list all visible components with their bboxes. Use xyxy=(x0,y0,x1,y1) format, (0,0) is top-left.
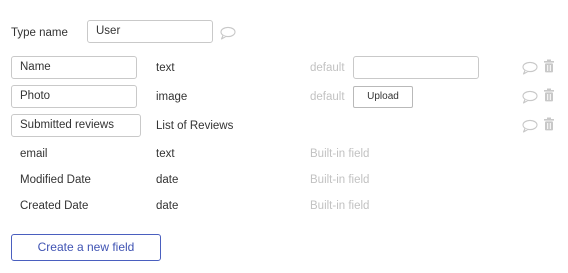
field-name-input[interactable]: Name xyxy=(11,56,137,79)
field-type: text xyxy=(156,148,175,160)
trash-icon[interactable] xyxy=(542,59,556,73)
default-label: default xyxy=(310,62,345,74)
comment-icon[interactable] xyxy=(521,90,539,104)
builtin-field-note: Built-in field xyxy=(310,174,370,186)
field-name-input[interactable]: Photo xyxy=(11,85,137,108)
comment-icon[interactable] xyxy=(521,119,539,133)
field-type: date xyxy=(156,200,179,212)
default-label: default xyxy=(310,91,345,103)
builtin-field-note: Built-in field xyxy=(310,148,370,160)
default-value-input[interactable] xyxy=(353,56,479,79)
upload-button[interactable]: Upload xyxy=(353,86,413,108)
builtin-field-name: email xyxy=(20,148,48,160)
field-type[interactable]: image xyxy=(156,89,187,105)
field-type[interactable]: List of Reviews xyxy=(156,118,233,134)
builtin-field-name: Modified Date xyxy=(20,174,91,186)
trash-icon[interactable] xyxy=(542,88,556,102)
builtin-field-name: Created Date xyxy=(20,200,89,212)
field-type[interactable]: text xyxy=(156,60,175,76)
field-name-input[interactable]: Submitted reviews xyxy=(11,114,141,137)
type-name-input[interactable]: User xyxy=(87,20,213,43)
create-new-field-button[interactable]: Create a new field xyxy=(11,234,161,261)
field-type: date xyxy=(156,174,179,186)
comment-icon[interactable] xyxy=(521,61,539,75)
trash-icon[interactable] xyxy=(542,117,556,131)
comment-icon[interactable] xyxy=(219,26,237,40)
type-name-label: Type name xyxy=(11,27,68,39)
builtin-field-note: Built-in field xyxy=(310,200,370,212)
